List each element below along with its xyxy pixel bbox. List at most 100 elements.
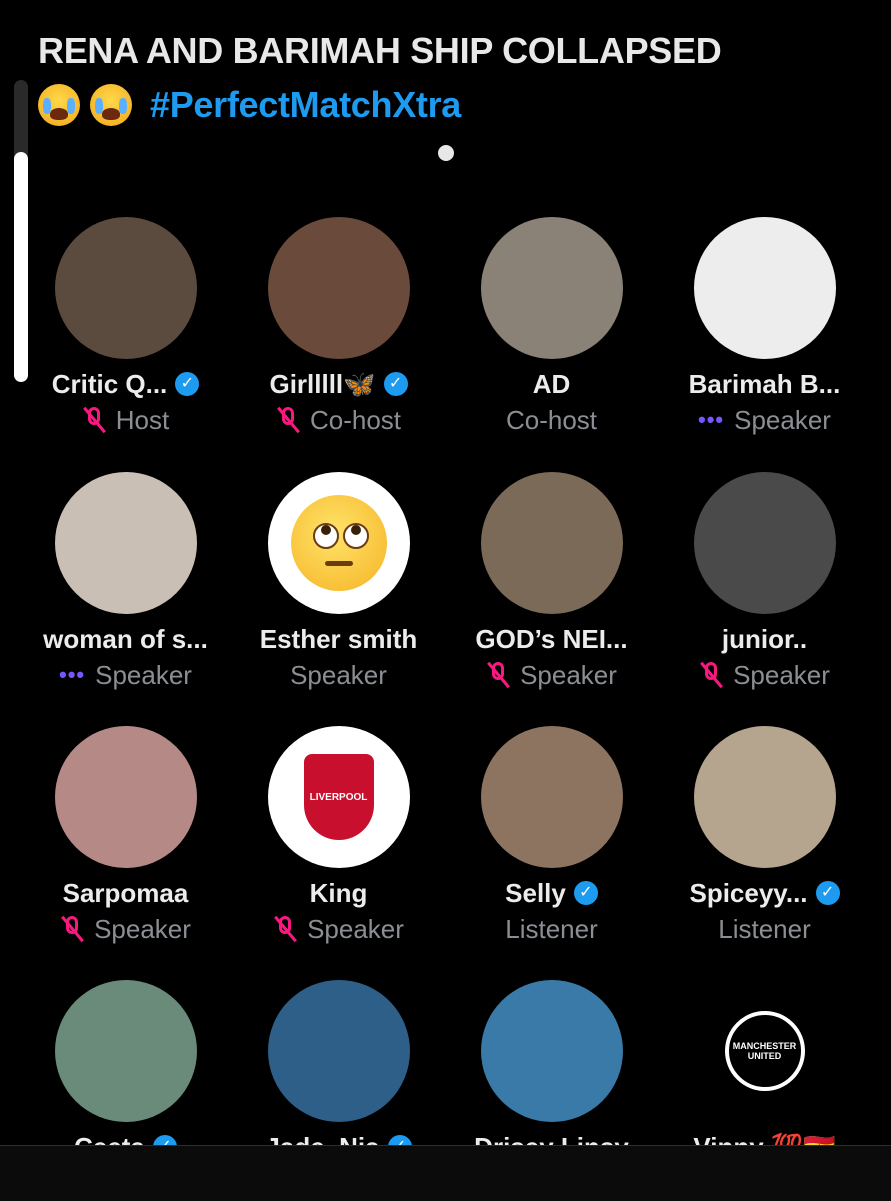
participant-card[interactable]: Girlllll🦋 ✓ Co-host [232, 217, 445, 437]
liverpool-crest-icon: LIVERPOOL [303, 754, 374, 840]
avatar[interactable] [54, 472, 197, 614]
participant-role-row: Speaker [19, 912, 232, 946]
participant-card[interactable]: woman of s... ••• Speaker [19, 472, 232, 692]
avatar[interactable] [267, 217, 410, 359]
avatar[interactable] [693, 472, 836, 614]
verified-badge-icon: ✓ [152, 1135, 177, 1145]
participant-card[interactable]: AD Co-host [445, 217, 658, 437]
participant-name: Jade_Nia [265, 1132, 379, 1146]
participant-role-row: Speaker [232, 658, 445, 692]
avatar[interactable] [480, 726, 623, 868]
participant-name-row: Jade_Nia ✓ [232, 1130, 445, 1145]
participant-name-row: Esther smith [232, 622, 445, 656]
manchester-united-crest-icon: MANCHESTER UNITED [724, 1011, 805, 1091]
mic-muted-icon [486, 661, 511, 689]
participant-card[interactable]: Ceeta ✓ [19, 980, 232, 1145]
participant-card[interactable]: LIVERPOOL King Speaker [232, 726, 445, 946]
participant-role-row: Co-host [232, 403, 445, 437]
participant-card[interactable]: Jade_Nia ✓ [232, 980, 445, 1145]
participant-name: Spiceyy... [689, 877, 808, 908]
avatar[interactable] [480, 217, 623, 359]
participant-name: Esther smith [259, 623, 418, 654]
participant-name: GOD’s NEI... [475, 623, 628, 654]
participant-name: junior.. [721, 623, 808, 654]
participant-role-row: Speaker [232, 912, 445, 946]
participant-role: Speaker [290, 659, 387, 690]
participant-name-row: Sarpomaa [19, 876, 232, 910]
mic-muted-icon [60, 915, 85, 943]
avatar[interactable]: LIVERPOOL [267, 726, 410, 868]
bottom-bar [0, 1145, 891, 1201]
participant-role-row: ••• Speaker [19, 658, 232, 692]
eye-roll-emoji-icon [290, 495, 387, 591]
participant-name: Selly [505, 877, 566, 908]
participant-role-row: Host [19, 403, 232, 437]
verified-badge-icon: ✓ [815, 881, 840, 905]
participant-card[interactable]: MANCHESTER UNITED Vinny 💯🇬🇭 [658, 980, 871, 1145]
participant-role: Listener [505, 913, 598, 944]
verified-badge-icon: ✓ [383, 372, 408, 396]
participant-role: Speaker [95, 659, 192, 690]
participant-card[interactable]: Sarpomaa Speaker [19, 726, 232, 946]
participant-name-row: Ceeta ✓ [19, 1130, 232, 1145]
participant-name-row: Critic Q... ✓ [19, 367, 232, 401]
participant-card[interactable]: Spiceyy... ✓ Listener [658, 726, 871, 946]
participant-role-row: Co-host [445, 403, 658, 437]
participant-card[interactable]: Selly ✓ Listener [445, 726, 658, 946]
participant-card[interactable]: junior.. Speaker [658, 472, 871, 692]
participant-name-row: Vinny 💯🇬🇭 [658, 1130, 871, 1146]
participant-name: Drisey Linsy [474, 1132, 629, 1146]
participant-name-row: King [232, 876, 445, 910]
participant-role: Co-host [505, 404, 598, 435]
participant-name: Ceeta [74, 1132, 145, 1146]
participant-card[interactable]: Critic Q... ✓ Host [19, 217, 232, 437]
participant-role: Speaker [94, 913, 191, 944]
participant-name: AD [532, 368, 571, 399]
participant-name-row: junior.. [658, 622, 871, 656]
mic-muted-icon [276, 406, 300, 434]
participant-name: Critic Q... [51, 368, 168, 399]
verified-badge-icon: ✓ [175, 372, 200, 396]
participant-role-row: Speaker [445, 658, 658, 692]
participant-name-row: Spiceyy... ✓ [658, 876, 871, 910]
participant-name: Vinny 💯🇬🇭 [693, 1132, 835, 1146]
participant-role: Speaker [733, 659, 830, 690]
participant-name-row: GOD’s NEI... [445, 622, 658, 656]
avatar[interactable] [54, 217, 197, 359]
participant-grid: Critic Q... ✓ Host Girlllll🦋 ✓ Co-host AD Co-ho… [0, 0, 891, 1145]
participant-name-row: AD [445, 367, 658, 401]
speaking-indicator-icon: ••• [59, 662, 86, 687]
participant-name-row: Selly ✓ [445, 876, 658, 910]
participant-name-row: Girlllll🦋 ✓ [232, 367, 445, 401]
speaking-indicator-icon: ••• [698, 407, 725, 432]
participant-card[interactable]: GOD’s NEI... Speaker [445, 472, 658, 692]
participant-role: Speaker [520, 659, 617, 690]
participant-name-row: Drisey Linsy [445, 1130, 658, 1146]
participant-card[interactable]: Esther smith Speaker [232, 472, 445, 692]
participant-card[interactable]: Barimah B... ••• Speaker [658, 217, 871, 437]
participant-name: Barimah B... [688, 368, 841, 399]
avatar[interactable] [54, 726, 197, 868]
participant-name: King [309, 877, 368, 908]
avatar[interactable] [267, 472, 410, 614]
participant-name-row: woman of s... [19, 622, 232, 656]
participant-role: Listener [718, 913, 811, 944]
avatar[interactable] [54, 980, 197, 1122]
avatar[interactable] [480, 980, 623, 1122]
avatar[interactable] [693, 726, 836, 868]
verified-badge-icon: ✓ [387, 1135, 412, 1145]
avatar[interactable] [480, 472, 623, 614]
avatar[interactable] [693, 217, 836, 359]
verified-badge-icon: ✓ [573, 881, 598, 905]
participant-role: Co-host [309, 404, 402, 435]
participant-card[interactable]: Drisey Linsy [445, 980, 658, 1145]
participant-role: Speaker [734, 404, 831, 435]
participant-name: woman of s... [43, 623, 208, 654]
participant-role-row: ••• Speaker [658, 403, 871, 437]
avatar[interactable] [267, 980, 410, 1122]
mic-muted-icon [273, 915, 298, 943]
participant-role-row: Listener [445, 912, 658, 946]
participant-role-row: Speaker [658, 658, 871, 692]
participant-role: Speaker [307, 913, 404, 944]
avatar[interactable]: MANCHESTER UNITED [693, 980, 836, 1122]
